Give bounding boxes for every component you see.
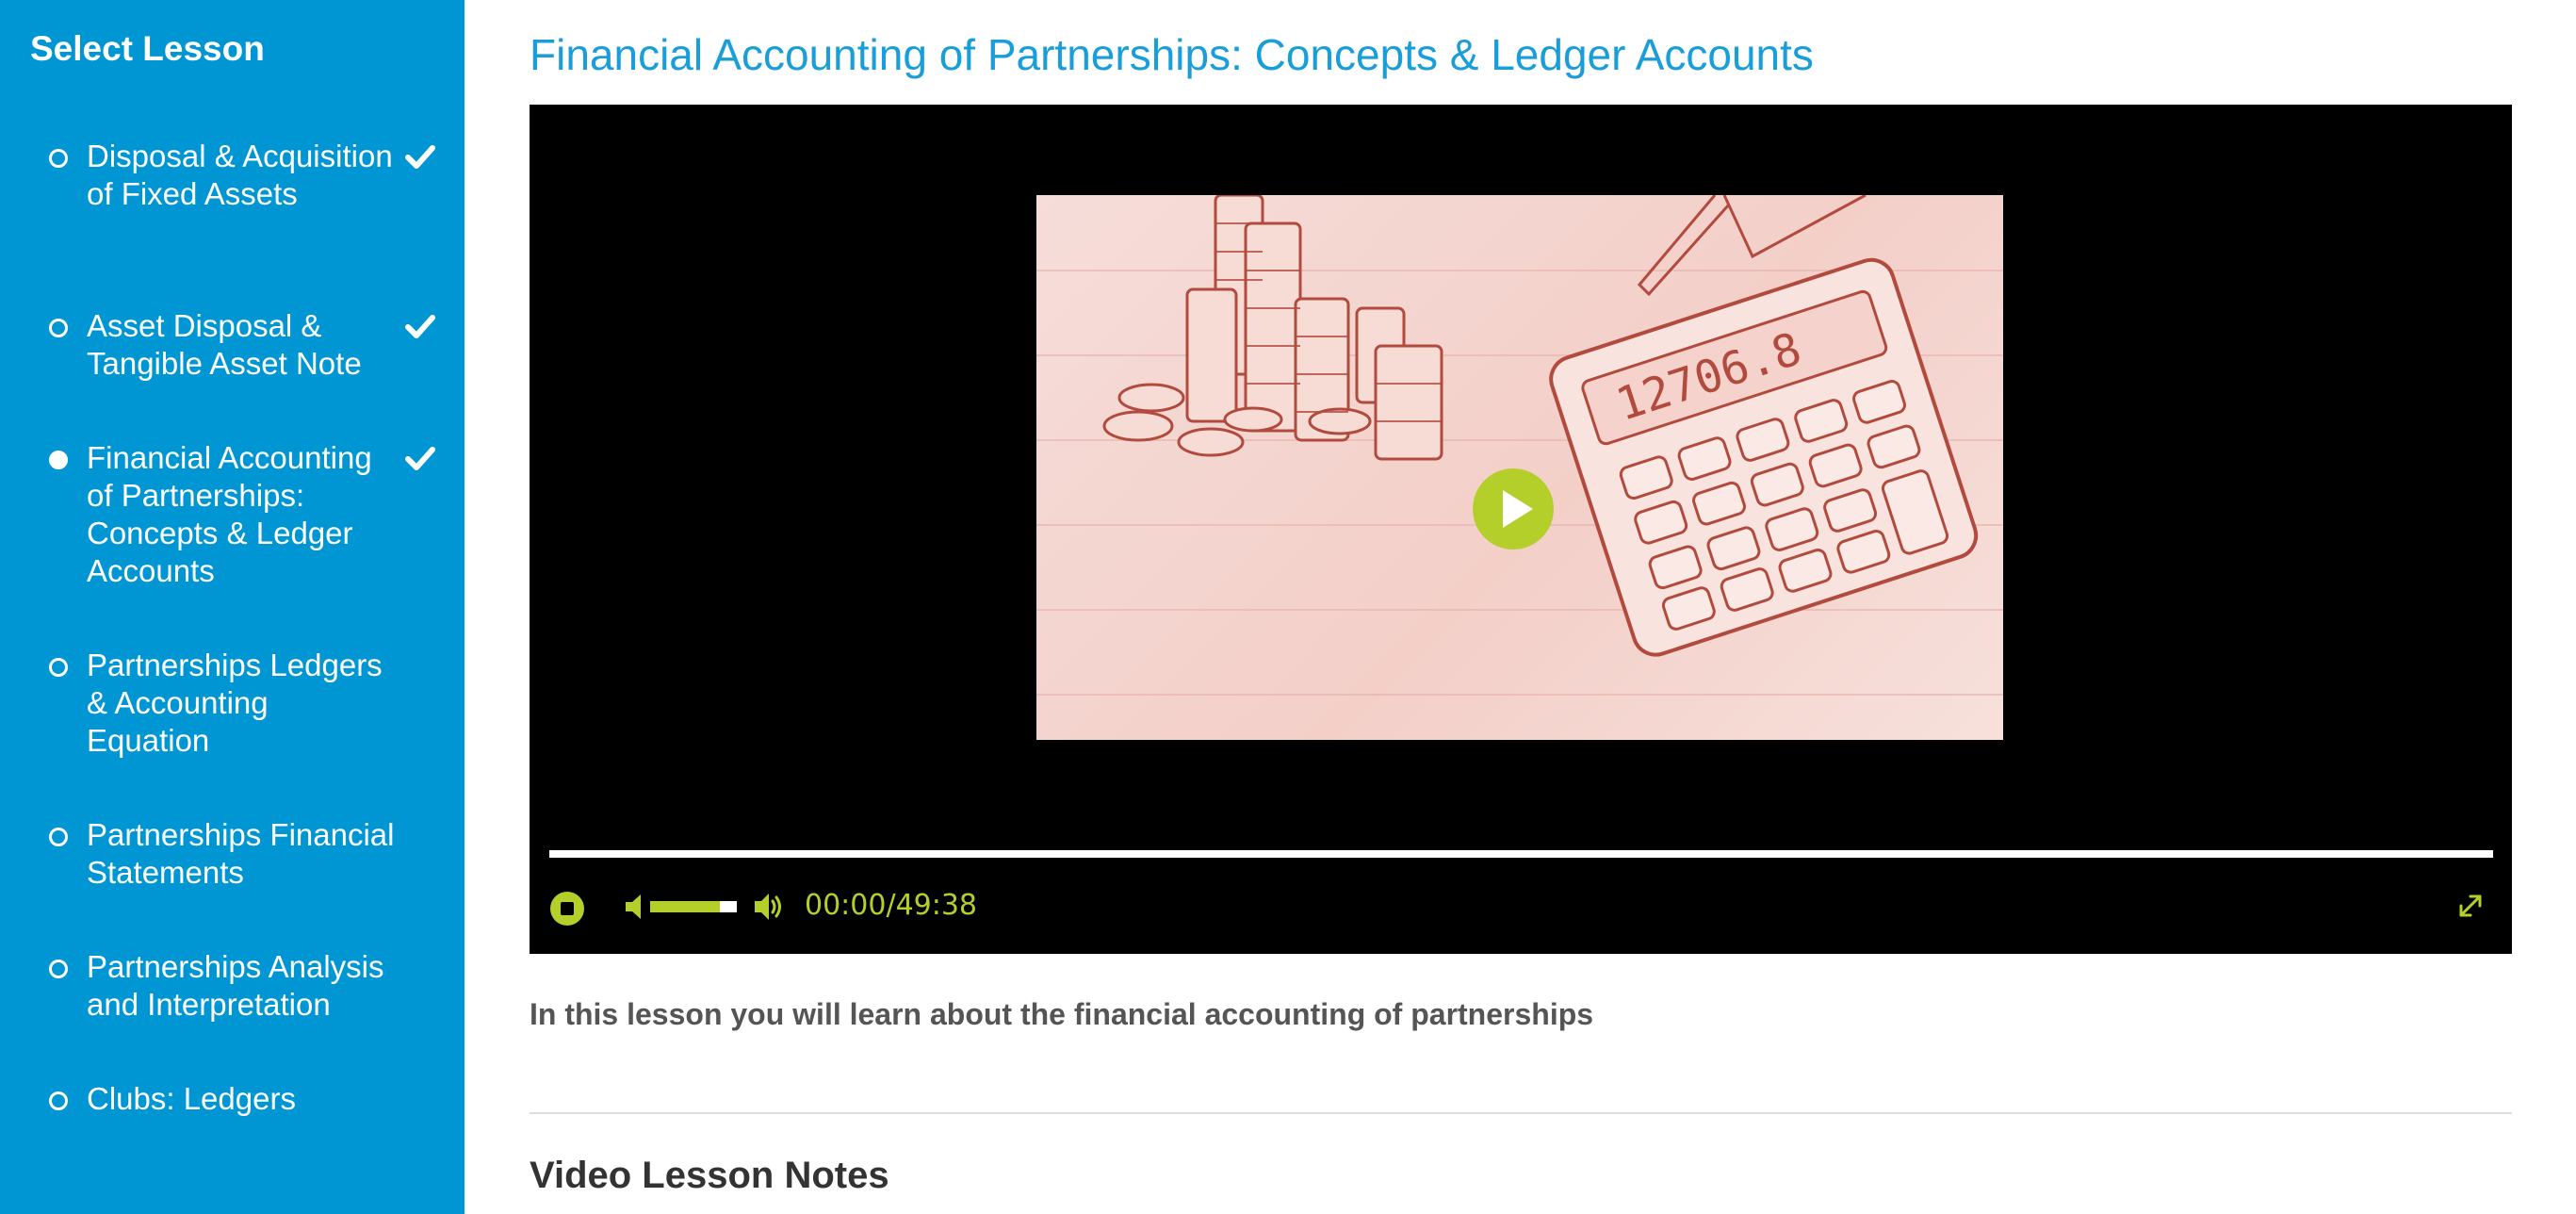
- radio-icon: [49, 960, 68, 978]
- radio-icon: [49, 1091, 68, 1110]
- fullscreen-button[interactable]: [2454, 889, 2487, 923]
- play-button[interactable]: [1473, 468, 1554, 550]
- sidebar-item-label: Disposal & Acquisition of Fixed Assets: [87, 139, 393, 211]
- stop-icon: [550, 892, 584, 926]
- volume-mute-icon[interactable]: [624, 893, 648, 921]
- sidebar-item-label: Clubs: Ledgers: [87, 1081, 296, 1116]
- video-frame[interactable]: 12706.8: [1036, 195, 2003, 740]
- lesson-title: Financial Accounting of Partnerships: Co…: [530, 30, 1814, 79]
- radio-icon: [49, 828, 68, 846]
- play-icon: [1503, 490, 1533, 528]
- notes-heading: Video Lesson Notes: [530, 1155, 889, 1196]
- fullscreen-icon: [2459, 894, 2482, 917]
- divider: [530, 1112, 2512, 1114]
- radio-selected-icon: [49, 451, 68, 469]
- radio-icon: [49, 319, 68, 337]
- lesson-page: Select Lesson Disposal & Acquisition of …: [0, 0, 2576, 1214]
- sidebar-item-label: Asset Disposal & Tangible Asset Note: [87, 308, 362, 381]
- check-icon: [405, 315, 435, 338]
- sidebar-item-label: Partnerships Ledgers & Accounting Equati…: [87, 648, 383, 758]
- stop-button[interactable]: [548, 890, 586, 927]
- time-display: 00:00/49:38: [805, 889, 978, 922]
- check-icon: [405, 145, 435, 169]
- sidebar-item-label: Partnerships Analysis and Interpretation: [87, 949, 384, 1022]
- video-thumbnail: 12706.8: [1036, 195, 2003, 696]
- radio-icon: [49, 658, 68, 677]
- sidebar-title: Select Lesson: [30, 29, 265, 68]
- volume-level: [650, 901, 720, 912]
- progress-bar[interactable]: [549, 850, 2493, 858]
- radio-icon: [49, 149, 68, 168]
- lesson-sidebar: Select Lesson Disposal & Acquisition of …: [0, 0, 465, 1214]
- sidebar-item-label: Partnerships Financial Statements: [87, 817, 395, 890]
- video-player[interactable]: 12706.8 00:00/49:38: [530, 105, 2512, 954]
- check-icon: [405, 447, 435, 470]
- lesson-description: In this lesson you will learn about the …: [530, 997, 1594, 1031]
- volume-slider[interactable]: [650, 901, 737, 912]
- sidebar-item-label: Financial Accounting of Partnerships: Co…: [87, 440, 372, 588]
- volume-max-icon[interactable]: [753, 891, 787, 923]
